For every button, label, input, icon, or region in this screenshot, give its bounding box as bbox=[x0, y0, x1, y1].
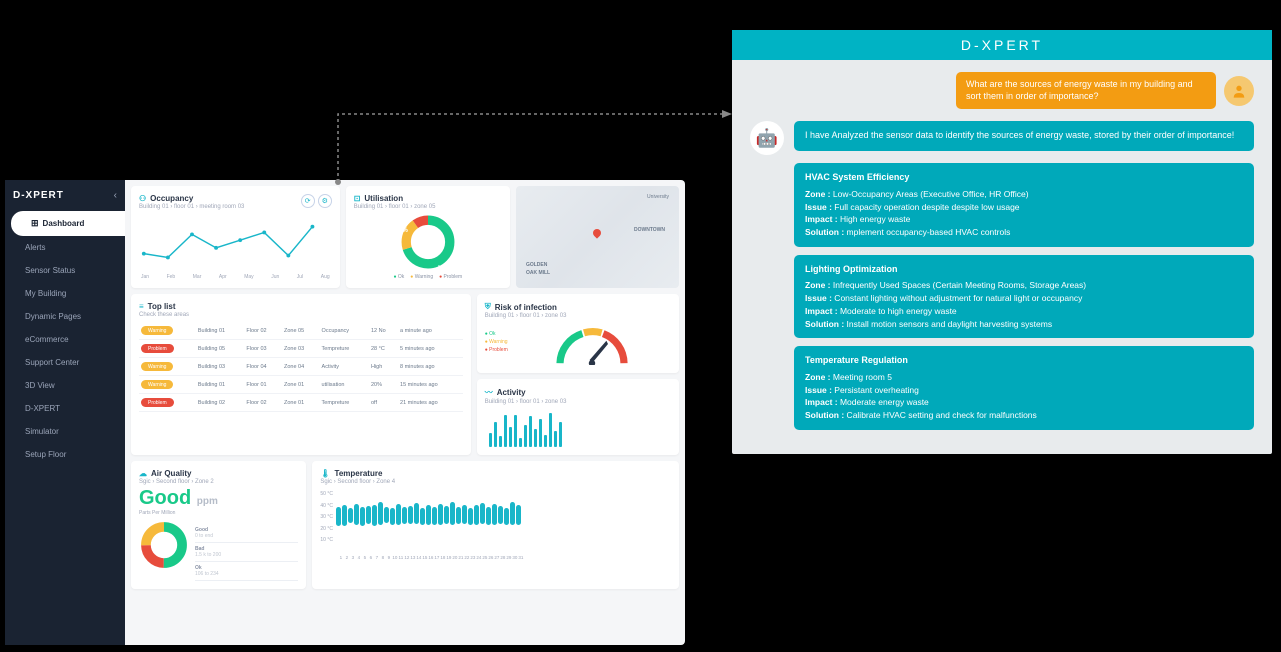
dashboard-window: D-XPERT ‹ DashboardAlertsSensor StatusMy… bbox=[5, 180, 685, 645]
utilisation-donut: 10% 20% 70% bbox=[400, 214, 456, 270]
pulse-icon: 〰 bbox=[485, 387, 493, 398]
cloud-icon: ☁ bbox=[139, 469, 147, 478]
sidebar-item-alerts[interactable]: Alerts bbox=[5, 236, 125, 259]
occupancy-chart bbox=[139, 216, 332, 272]
sidebar-item-my-building[interactable]: My Building bbox=[5, 282, 125, 305]
sidebar-item-3d-view[interactable]: 3D View bbox=[5, 374, 125, 397]
refresh-icon[interactable]: ⟳ bbox=[301, 194, 315, 208]
bot-avatar: 🤖 bbox=[750, 121, 784, 155]
chat-header: D-XPERT bbox=[732, 30, 1272, 60]
brand-logo: D-XPERT bbox=[13, 190, 64, 201]
occupancy-card: ⟳ ⚙ ⚇Occupancy Building 01 › floor 01 › … bbox=[131, 186, 340, 288]
bot-section: HVAC System Efficiency Zone : Low-Occupa… bbox=[794, 163, 1254, 247]
utilisation-title: ⊡Utilisation bbox=[354, 194, 502, 203]
user-message: What are the sources of energy waste in … bbox=[956, 72, 1216, 109]
util-prob-pct: 10% bbox=[446, 216, 458, 222]
airq-donut bbox=[139, 520, 189, 570]
activity-chart bbox=[485, 411, 671, 447]
dashboard-main: ⟳ ⚙ ⚇Occupancy Building 01 › floor 01 › … bbox=[125, 180, 685, 645]
thermometer-icon: 🌡 bbox=[320, 469, 330, 478]
legend-ok: Ok bbox=[393, 274, 404, 280]
user-avatar bbox=[1224, 76, 1254, 106]
sidebar-item-support-center[interactable]: Support Center bbox=[5, 351, 125, 374]
utilisation-card: ⊡Utilisation Building 01 › floor 01 › zo… bbox=[346, 186, 510, 288]
settings-icon[interactable]: ⚙ bbox=[318, 194, 332, 208]
robot-icon: 🤖 bbox=[756, 128, 778, 149]
legend-problem: Problem bbox=[439, 274, 462, 280]
bot-section: Lighting Optimization Zone : Infrequentl… bbox=[794, 255, 1254, 339]
sidebar-item-sensor-status[interactable]: Sensor Status bbox=[5, 259, 125, 282]
table-row[interactable]: ProblemBuilding 02Floor 02Zone 01Tempret… bbox=[139, 394, 463, 412]
airq-value: Good ppm bbox=[139, 487, 298, 510]
shield-icon: ⛨ bbox=[485, 302, 491, 312]
temp-title: 🌡Temperature bbox=[320, 469, 671, 478]
collapse-icon[interactable]: ‹ bbox=[114, 190, 117, 201]
util-warn-pct: 20% bbox=[396, 228, 408, 234]
focus-icon: ⊡ bbox=[354, 194, 361, 203]
airq-title: ☁Air Quality bbox=[139, 469, 298, 478]
temp-yaxis: 50 °C40 °C30 °C20 °C10 °C bbox=[320, 489, 336, 555]
activity-breadcrumb: Building 01 › floor 01 › zone 03 bbox=[485, 399, 671, 405]
table-row[interactable]: WarningBuilding 03Floor 04Zone 04Activit… bbox=[139, 358, 463, 376]
temp-breadcrumb: Sgic › Second floor › Zone 4 bbox=[320, 479, 671, 485]
airq-unit-label: Parts Per Million bbox=[139, 510, 298, 516]
legend-warn: Warning bbox=[410, 274, 433, 280]
util-ok-pct: 70% bbox=[438, 266, 450, 272]
risk-legend: Ok Warning Problem bbox=[485, 330, 508, 354]
air-quality-card: ☁Air Quality Sgic › Second floor › Zone … bbox=[131, 461, 306, 589]
location-map[interactable]: University GOLDEN OAK MILL DOWNTOWN bbox=[516, 186, 679, 288]
table-row[interactable]: ProblemBuilding 05Floor 03Zone 03Tempret… bbox=[139, 340, 463, 358]
chat-window: D-XPERT What are the sources of energy w… bbox=[732, 30, 1272, 454]
bot-message-row: 🤖 I have Analyzed the sensor data to ide… bbox=[750, 121, 1254, 155]
temp-xaxis: 1234567891011121314151617181920212223242… bbox=[338, 555, 671, 560]
bot-section: Temperature Regulation Zone : Meeting ro… bbox=[794, 346, 1254, 430]
connector-arrow bbox=[334, 108, 732, 186]
list-icon: ≡ bbox=[139, 302, 144, 311]
temp-chart bbox=[336, 489, 671, 555]
sidebar: D-XPERT ‹ DashboardAlertsSensor StatusMy… bbox=[5, 180, 125, 645]
utilisation-legend: Ok Warning Problem bbox=[354, 274, 502, 280]
activity-card: 〰Activity Building 01 › floor 01 › zone … bbox=[477, 379, 679, 455]
risk-card: ⛨Risk of infection Building 01 › floor 0… bbox=[477, 294, 679, 373]
user-message-row: What are the sources of energy waste in … bbox=[750, 72, 1254, 109]
toplist-sub: Check these areas bbox=[139, 312, 463, 318]
sidebar-item-setup-floor[interactable]: Setup Floor bbox=[5, 443, 125, 466]
toplist-title: ≡Top list bbox=[139, 302, 463, 311]
sidebar-item-d-xpert[interactable]: D-XPERT bbox=[5, 397, 125, 420]
utilisation-breadcrumb: Building 01 › floor 01 › zone 05 bbox=[354, 204, 502, 210]
bot-intro-message: I have Analyzed the sensor data to ident… bbox=[794, 121, 1254, 151]
airq-breadcrumb: Sgic › Second floor › Zone 2 bbox=[139, 479, 298, 485]
airq-legend: Good0 to endBad1.5 k to 200Ok106 to 234 bbox=[195, 524, 298, 581]
temperature-card: 🌡Temperature Sgic › Second floor › Zone … bbox=[312, 461, 679, 589]
activity-title: 〰Activity bbox=[485, 387, 671, 398]
risk-gauge bbox=[552, 323, 632, 365]
table-row[interactable]: WarningBuilding 01Floor 02Zone 05Occupan… bbox=[139, 322, 463, 340]
sidebar-item-ecommerce[interactable]: eCommerce bbox=[5, 328, 125, 351]
chat-body: What are the sources of energy waste in … bbox=[732, 60, 1272, 454]
toplist-table: WarningBuilding 01Floor 02Zone 05Occupan… bbox=[139, 322, 463, 412]
sidebar-item-dynamic-pages[interactable]: Dynamic Pages bbox=[5, 305, 125, 328]
sidebar-header: D-XPERT ‹ bbox=[5, 180, 125, 211]
people-icon: ⚇ bbox=[139, 194, 146, 203]
occupancy-xaxis: JanFebMarAprMayJunJulAug bbox=[139, 274, 332, 280]
toplist-card: ≡Top list Check these areas WarningBuild… bbox=[131, 294, 471, 455]
table-row[interactable]: WarningBuilding 01Floor 01Zone 01utilisa… bbox=[139, 376, 463, 394]
sidebar-item-simulator[interactable]: Simulator bbox=[5, 420, 125, 443]
risk-title: ⛨Risk of infection bbox=[485, 302, 671, 312]
sidebar-item-dashboard[interactable]: Dashboard bbox=[11, 211, 125, 236]
